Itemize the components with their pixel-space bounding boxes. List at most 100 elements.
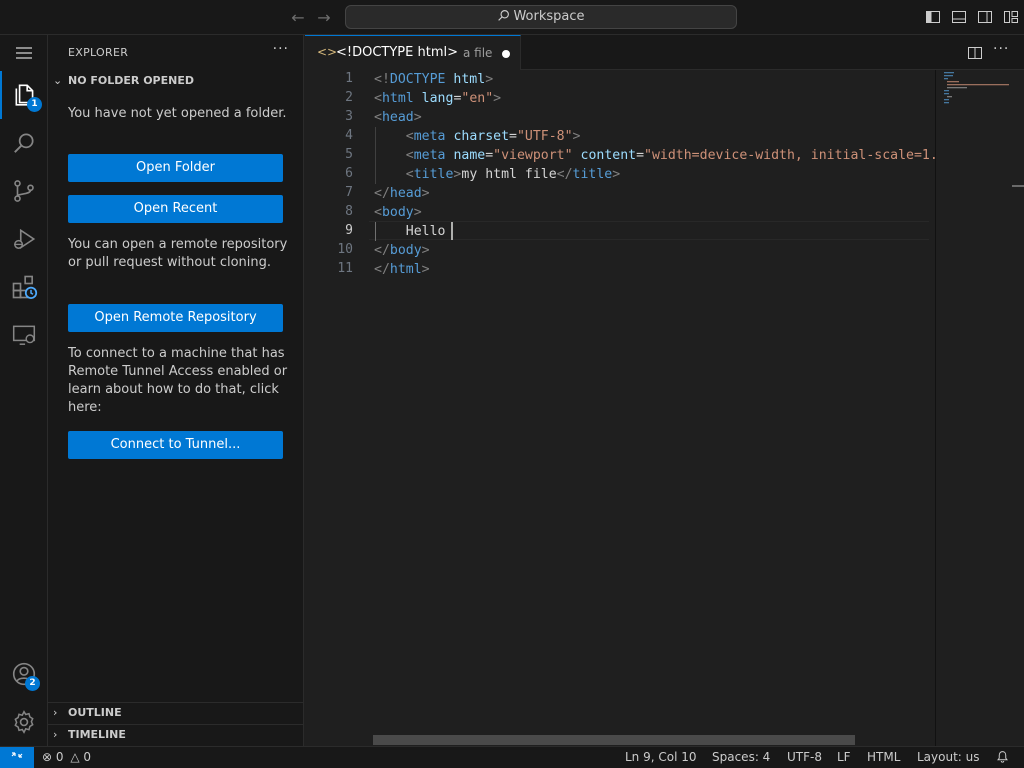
line-number: 11	[337, 261, 353, 276]
activity-accounts[interactable]: 2	[0, 650, 48, 698]
end-of-line[interactable]: LF	[837, 747, 851, 768]
indentation[interactable]: Spaces: 4	[712, 747, 770, 768]
line-number-current: 9	[345, 223, 353, 238]
activity-manage[interactable]	[0, 698, 48, 746]
open-recent-button[interactable]: Open Recent	[68, 195, 283, 223]
line-number: 3	[345, 109, 353, 124]
code-line: <body>	[374, 205, 422, 220]
open-folder-button[interactable]: Open Folder	[68, 154, 283, 182]
source-control-icon	[14, 180, 34, 202]
current-line-highlight	[369, 221, 929, 240]
code-line-current: Hello	[405, 224, 446, 239]
code-line: <meta charset="UTF-8">	[405, 129, 581, 144]
unsaved-dot-icon[interactable]	[502, 50, 510, 58]
warning-icon: △	[70, 750, 80, 764]
timeline-title: TIMELINE	[68, 728, 126, 741]
code-line: <!DOCTYPE html>	[374, 72, 494, 87]
encoding[interactable]: UTF-8	[787, 747, 822, 768]
code-line: <title>my html file</title>	[405, 167, 621, 182]
code-line: </head>	[374, 186, 430, 201]
no-folder-text: You have not yet opened a folder.	[68, 106, 287, 121]
section-timeline[interactable]: › TIMELINE	[48, 724, 303, 746]
activity-source-control[interactable]	[0, 167, 48, 215]
html-file-icon: <>	[317, 45, 338, 59]
accounts-badge: 2	[25, 676, 40, 691]
activity-extensions[interactable]	[0, 263, 48, 311]
line-number: 8	[345, 204, 353, 219]
scrollbar-cursor-marker	[1012, 185, 1024, 187]
title-bar: ← → Workspace	[0, 0, 1024, 35]
outline-title: OUTLINE	[68, 706, 122, 719]
error-count: 0	[55, 750, 64, 764]
keyboard-layout[interactable]: Layout: us	[917, 747, 980, 768]
line-number: 4	[345, 128, 353, 143]
toggle-primary-sidebar-icon[interactable]	[925, 9, 941, 25]
tab-doctype-html[interactable]: <> <!DOCTYPE html> a file	[305, 35, 521, 70]
sidebar-title: EXPLORER	[68, 46, 129, 59]
toggle-secondary-sidebar-icon[interactable]	[977, 9, 993, 25]
open-remote-repository-button[interactable]: Open Remote Repository	[68, 304, 283, 332]
chevron-down-icon: ⌄	[53, 74, 63, 87]
line-number: 1	[345, 71, 353, 86]
code-content: <!DOCTYPE html> <html lang="en"> <head> …	[374, 70, 935, 277]
command-center-search[interactable]: Workspace	[345, 5, 737, 29]
arrow-right-icon[interactable]: →	[314, 8, 334, 28]
remote-indicator[interactable]	[0, 747, 34, 768]
code-editor[interactable]: 1 2 3 4 5 6 7 8 9 10 11 <!DOCTYPE html> …	[305, 70, 935, 746]
section-no-folder-opened[interactable]: ⌄ NO FOLDER OPENED	[48, 70, 303, 92]
code-line: <html lang="en">	[374, 91, 502, 106]
warning-count: 0	[83, 750, 92, 764]
text-cursor	[451, 222, 453, 240]
remote-icon	[11, 752, 23, 758]
remote-tunnel-text: To connect to a machine that has Remote …	[68, 346, 288, 415]
line-number: 6	[345, 166, 353, 181]
chevron-right-icon: ›	[53, 706, 58, 719]
customize-layout-icon[interactable]	[1003, 9, 1019, 25]
menu-icon[interactable]	[15, 46, 33, 60]
extensions-icon	[12, 275, 38, 299]
tab-description: a file	[463, 46, 493, 60]
line-number: 10	[337, 242, 353, 257]
activity-remote-explorer[interactable]	[0, 311, 48, 359]
remote-repository-text: You can open a remote repository or pull…	[68, 237, 288, 270]
activity-run-debug[interactable]	[0, 215, 48, 263]
line-number: 2	[345, 90, 353, 105]
code-line: <meta name="viewport" content="width=dev…	[405, 148, 935, 163]
chevron-right-icon: ›	[53, 728, 58, 741]
section-outline[interactable]: › OUTLINE	[48, 702, 303, 724]
gear-icon	[14, 710, 34, 734]
problems-indicator[interactable]: ⊗ 0 △ 0	[42, 747, 91, 768]
error-icon: ⊗	[42, 750, 53, 764]
line-number: 5	[345, 147, 353, 162]
vertical-scrollbar[interactable]	[1010, 70, 1024, 746]
bell-icon	[997, 751, 1008, 763]
notifications-bell-icon[interactable]	[996, 747, 1009, 768]
minimap-preview	[944, 72, 1009, 104]
command-center-label: Workspace	[513, 9, 585, 24]
search-icon	[14, 133, 34, 153]
activity-bar: 1 2	[0, 35, 48, 746]
code-line: </html>	[374, 262, 430, 277]
minimap[interactable]	[935, 70, 1010, 746]
language-mode[interactable]: HTML	[867, 747, 900, 768]
code-line: </body>	[374, 243, 430, 258]
status-bar: ⊗ 0 △ 0 Ln 9, Col 10 Spaces: 4 UTF-8 LF …	[0, 746, 1024, 768]
explorer-badge: 1	[27, 97, 42, 112]
section-title: NO FOLDER OPENED	[68, 74, 194, 87]
toggle-panel-icon[interactable]	[951, 9, 967, 25]
activity-explorer[interactable]: 1	[0, 71, 48, 119]
more-actions-icon[interactable]: ···	[273, 41, 289, 57]
activity-search[interactable]	[0, 119, 48, 167]
arrow-left-icon[interactable]: ←	[288, 8, 308, 28]
split-editor-icon[interactable]	[967, 45, 983, 61]
horizontal-scrollbar[interactable]	[373, 735, 855, 745]
connect-to-tunnel-button[interactable]: Connect to Tunnel...	[68, 431, 283, 459]
search-icon	[498, 10, 510, 21]
cursor-position[interactable]: Ln 9, Col 10	[625, 747, 697, 768]
more-actions-icon[interactable]: ···	[993, 41, 1009, 57]
code-line: <head>	[374, 110, 422, 125]
tab-label: <!DOCTYPE html>	[336, 45, 458, 60]
run-debug-icon	[14, 228, 36, 250]
remote-explorer-icon	[12, 325, 36, 345]
explorer-sidebar: EXPLORER ··· ⌄ NO FOLDER OPENED You have…	[48, 35, 304, 746]
